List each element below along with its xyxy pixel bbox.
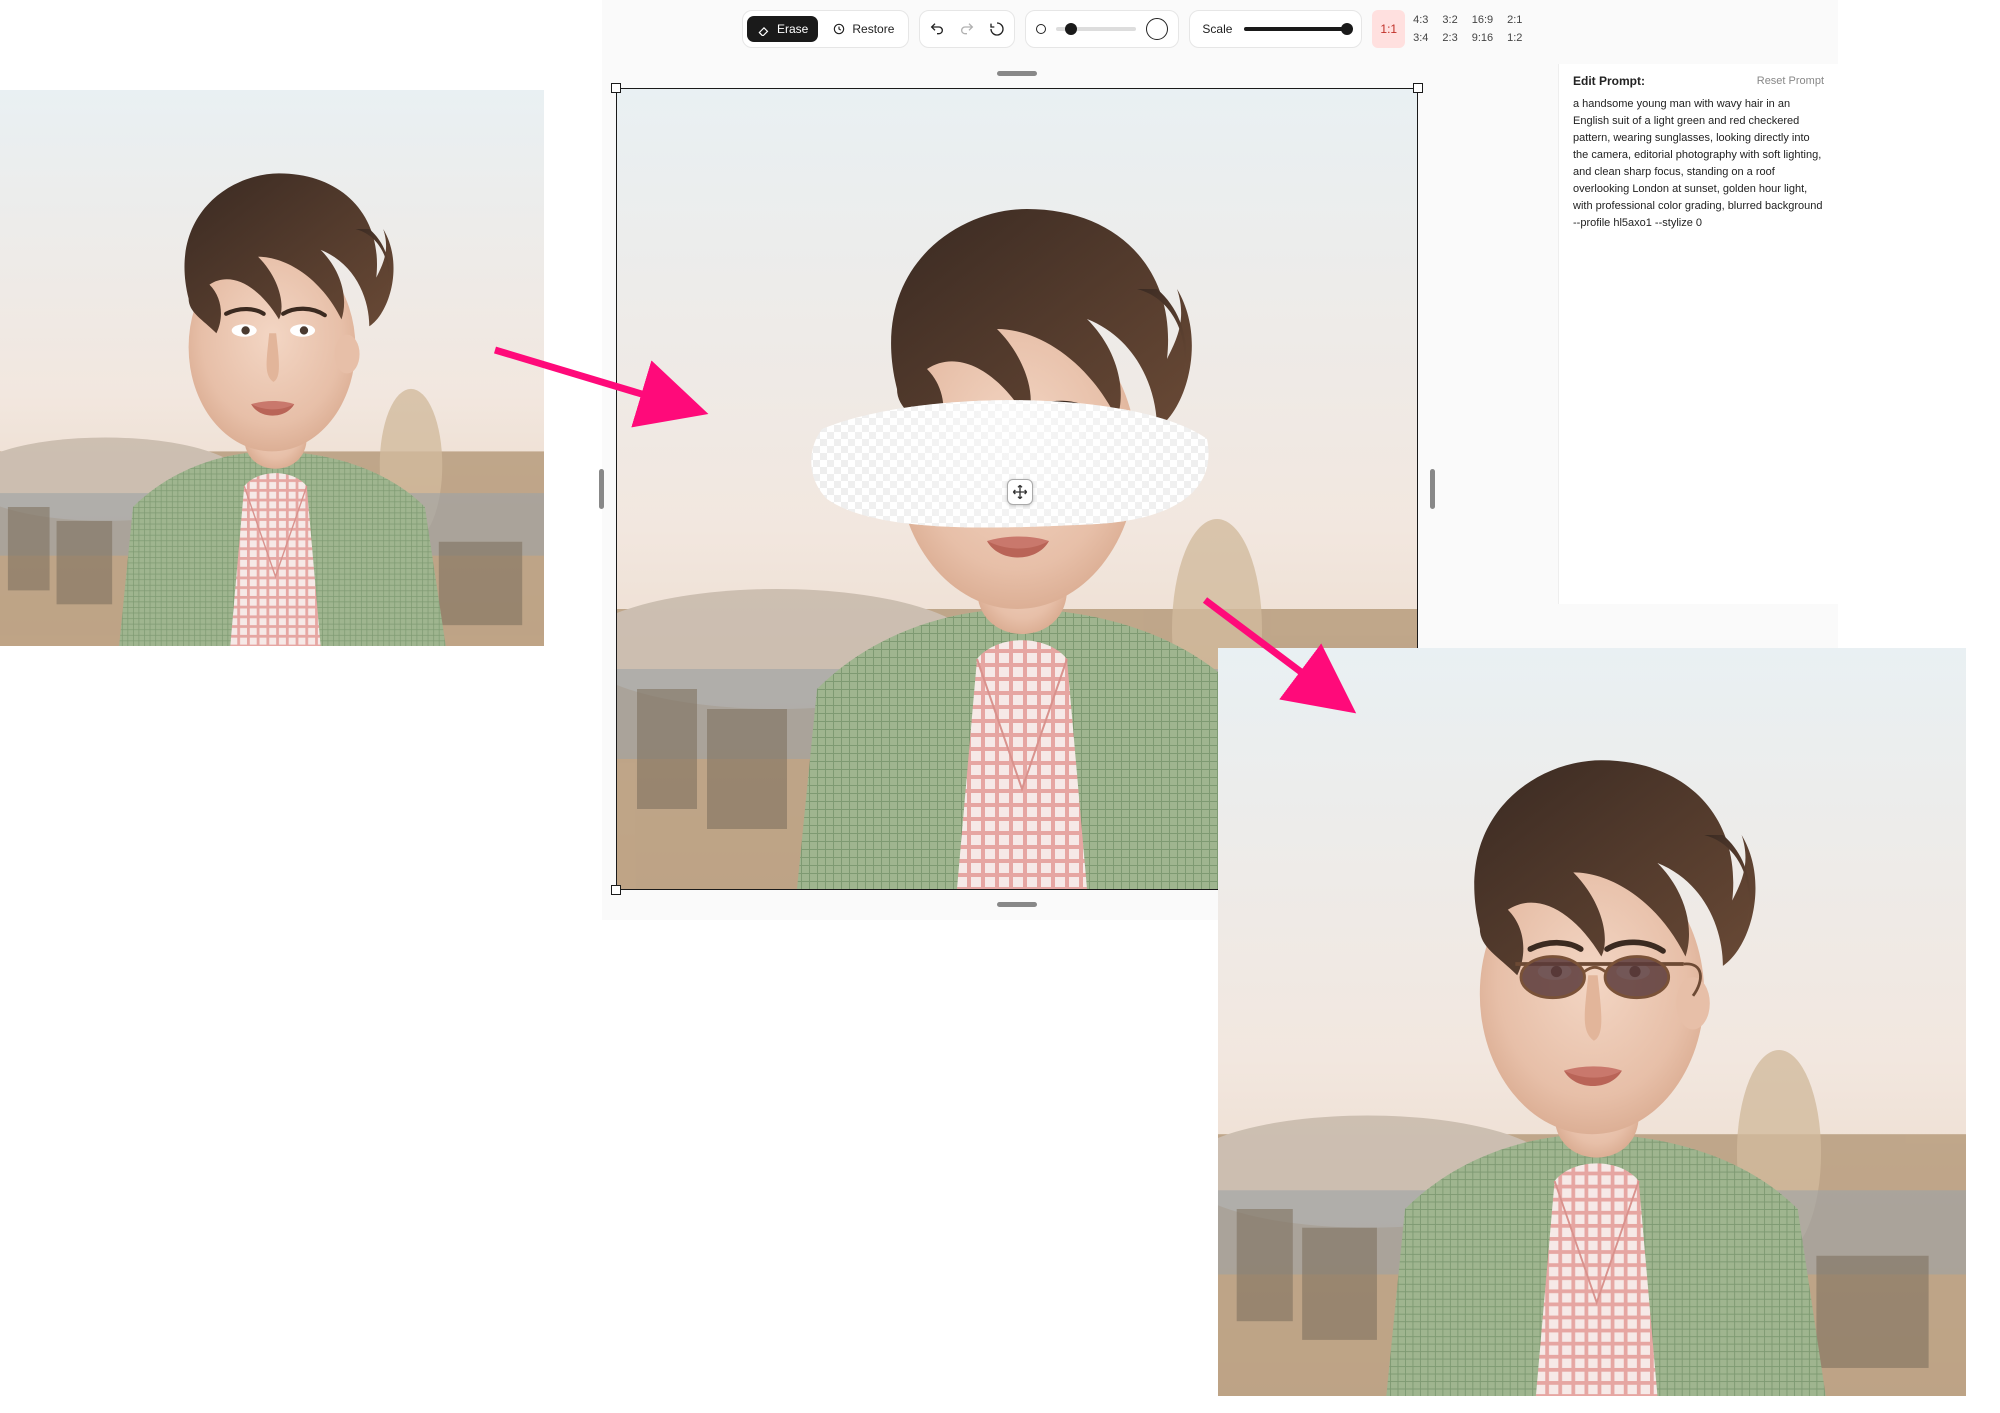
crop-edge-bottom[interactable] — [997, 902, 1037, 907]
crop-edge-right[interactable] — [1430, 469, 1435, 509]
aspect-option[interactable]: 3:2 — [1438, 12, 1461, 28]
scale-slider-group: Scale — [1189, 10, 1362, 48]
crop-edge-left[interactable] — [599, 469, 604, 509]
prompt-text[interactable]: a handsome young man with wavy hair in a… — [1573, 96, 1824, 232]
output-image — [1218, 648, 1966, 1396]
prompt-title: Edit Prompt: — [1573, 74, 1645, 88]
restore-button[interactable]: Restore — [822, 16, 904, 42]
history-group — [919, 10, 1015, 48]
erase-icon — [757, 22, 771, 36]
move-icon — [1012, 484, 1028, 500]
scale-thumb[interactable] — [1341, 23, 1353, 35]
undo-button[interactable] — [924, 16, 950, 42]
scale-label: Scale — [1202, 22, 1232, 36]
erase-button[interactable]: Erase — [747, 16, 818, 42]
restore-label: Restore — [852, 22, 894, 36]
move-handle[interactable] — [1007, 479, 1033, 505]
erase-restore-group: Erase Restore — [742, 10, 909, 48]
redo-icon — [959, 21, 975, 37]
aspect-option[interactable]: 4:3 — [1409, 12, 1432, 28]
brush-min-icon — [1036, 24, 1046, 34]
crop-edge-top[interactable] — [997, 71, 1037, 76]
crop-handle-tr[interactable] — [1413, 83, 1423, 93]
crop-handle-bl[interactable] — [611, 885, 621, 895]
crop-handle-tl[interactable] — [611, 83, 621, 93]
reset-button[interactable] — [984, 16, 1010, 42]
redo-button[interactable] — [954, 16, 980, 42]
aspect-option[interactable]: 16:9 — [1468, 12, 1497, 28]
aspect-active[interactable]: 1:1 — [1372, 10, 1405, 48]
brush-max-icon — [1146, 18, 1168, 40]
scale-slider[interactable] — [1244, 27, 1349, 31]
brush-size-slider[interactable] — [1025, 10, 1179, 48]
aspect-option[interactable]: 3:4 — [1409, 30, 1432, 46]
brush-track[interactable] — [1056, 27, 1136, 31]
aspect-ratio-group: 1:1 4:3 3:2 16:9 2:1 3:4 2:3 9:16 1:2 — [1372, 10, 1526, 48]
reset-prompt-button[interactable]: Reset Prompt — [1757, 75, 1824, 87]
toolbar: Erase Restore — [742, 8, 1526, 50]
prompt-panel: Edit Prompt: Reset Prompt a handsome you… — [1558, 64, 1838, 604]
undo-icon — [929, 21, 945, 37]
aspect-option[interactable]: 2:1 — [1503, 12, 1526, 28]
aspect-option[interactable]: 2:3 — [1438, 30, 1461, 46]
aspect-option[interactable]: 9:16 — [1468, 30, 1497, 46]
restore-icon — [832, 22, 846, 36]
input-image — [0, 90, 544, 646]
erase-label: Erase — [777, 22, 808, 36]
aspect-option[interactable]: 1:2 — [1503, 30, 1526, 46]
brush-thumb[interactable] — [1065, 23, 1077, 35]
reset-icon — [989, 21, 1005, 37]
